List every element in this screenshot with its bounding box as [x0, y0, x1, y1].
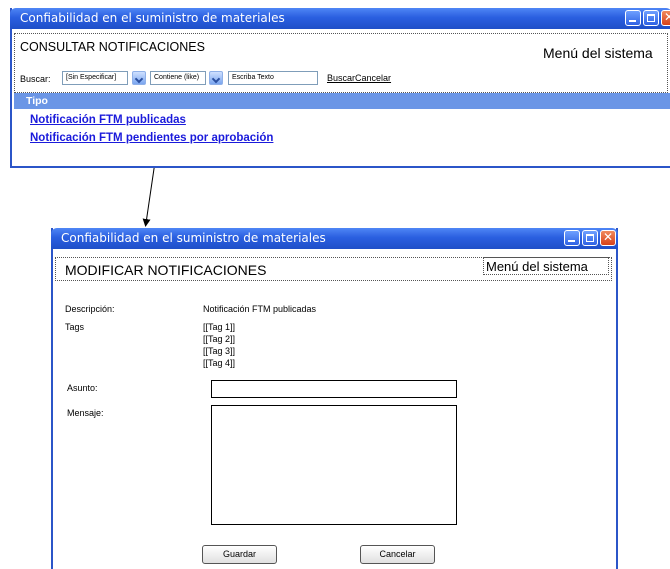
close-icon[interactable]: ✕ — [661, 10, 670, 26]
window-titlebar[interactable]: Confiabilidad en el suministro de materi… — [10, 8, 670, 29]
search-link[interactable]: Buscar — [327, 73, 355, 83]
consult-notifications-window: Confiabilidad en el suministro de materi… — [10, 8, 670, 168]
message-textarea[interactable] — [211, 405, 457, 525]
cancel-link[interactable]: Cancelar — [355, 73, 391, 83]
tag-item: [[Tag 3]] — [203, 346, 236, 356]
column-header-tipo[interactable]: Tipo — [14, 93, 670, 109]
close-icon[interactable]: ✕ — [600, 230, 616, 246]
system-menu[interactable]: Menú del sistema — [486, 259, 588, 274]
list-item[interactable]: Notificación FTM publicadas — [30, 114, 186, 126]
subject-input[interactable] — [211, 380, 457, 398]
tag-item: [[Tag 4]] — [203, 358, 236, 368]
system-menu[interactable]: Menú del sistema — [543, 45, 653, 61]
page-title: CONSULTAR NOTIFICACIONES — [20, 40, 205, 54]
modify-notifications-window: Confiabilidad en el suministro de materi… — [51, 228, 618, 569]
tag-item: [[Tag 1]] — [203, 322, 236, 332]
tags-label: Tags — [65, 322, 85, 332]
maximize-icon[interactable] — [643, 10, 659, 26]
window-title: Confiabilidad en el suministro de materi… — [61, 231, 326, 245]
tag-item: [[Tag 2]] — [203, 334, 236, 344]
subject-label: Asunto: — [67, 383, 98, 393]
operator-select[interactable]: Contiene (like) — [150, 71, 206, 85]
chevron-down-icon[interactable] — [132, 71, 146, 85]
window-title: Confiabilidad en el suministro de materi… — [20, 11, 285, 25]
field-select[interactable]: [Sin Especificar] — [62, 71, 128, 85]
description-label: Descripción: — [65, 304, 115, 314]
cancel-button[interactable]: Cancelar — [360, 545, 435, 564]
chevron-down-icon[interactable] — [209, 71, 223, 85]
window-titlebar[interactable]: Confiabilidad en el suministro de materi… — [51, 228, 618, 249]
message-label: Mensaje: — [67, 408, 104, 418]
search-label: Buscar: — [20, 74, 51, 84]
maximize-icon[interactable] — [582, 230, 598, 246]
page-title: MODIFICAR NOTIFICACIONES — [65, 262, 267, 278]
minimize-icon[interactable] — [625, 10, 641, 26]
list-item[interactable]: Notificación FTM pendientes por aprobaci… — [30, 132, 273, 144]
minimize-icon[interactable] — [564, 230, 580, 246]
search-input[interactable]: Escriba Texto — [228, 71, 318, 85]
description-value: Notificación FTM publicadas — [203, 304, 317, 314]
save-button[interactable]: Guardar — [202, 545, 277, 564]
